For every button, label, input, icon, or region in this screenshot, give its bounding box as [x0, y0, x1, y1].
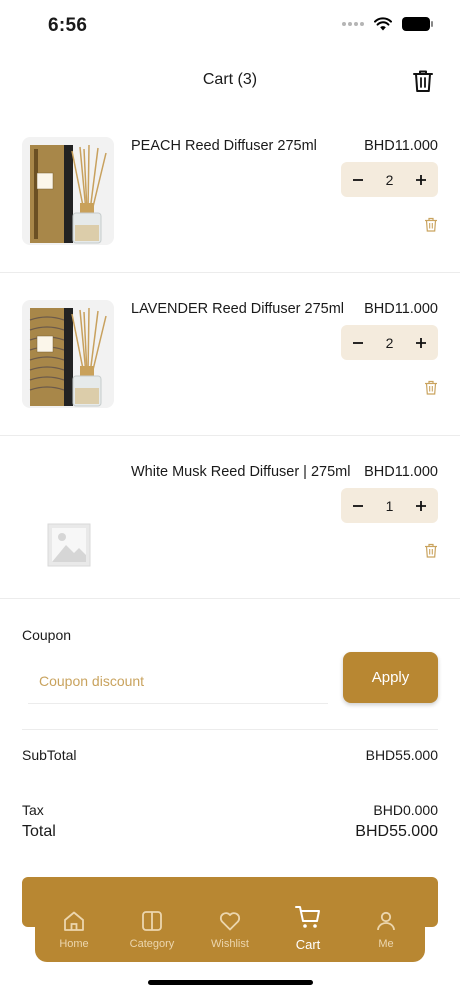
nav-label: Category	[129, 938, 175, 950]
product-name[interactable]: LAVENDER Reed Diffuser 275ml	[131, 301, 353, 317]
category-icon	[142, 911, 162, 931]
increment-button[interactable]	[414, 499, 428, 513]
decrement-button[interactable]	[351, 499, 365, 513]
decrement-button[interactable]	[351, 336, 365, 350]
total-label: Total	[22, 823, 56, 840]
coupon-input[interactable]	[28, 658, 328, 704]
status-bar: 6:56	[0, 0, 460, 54]
quantity-value: 1	[385, 497, 394, 514]
product-image-placeholder[interactable]	[22, 463, 114, 571]
tax-row: Tax BHD0.000	[22, 802, 438, 818]
apply-coupon-button[interactable]: Apply	[343, 652, 438, 703]
cart-header: Cart (3)	[0, 62, 460, 100]
cart-item: PEACH Reed Diffuser 275ml BHD11.000 2	[0, 110, 460, 273]
tax-value: BHD0.000	[373, 802, 438, 818]
subtotal-row: SubTotal BHD55.000	[22, 747, 438, 763]
nav-item-home[interactable]: Home	[35, 895, 113, 962]
product-price: BHD11.000	[364, 138, 438, 154]
nav-item-me[interactable]: Me	[347, 895, 425, 962]
nav-label: Home	[59, 938, 89, 950]
nav-item-cart[interactable]: Cart	[269, 895, 347, 962]
cellular-signal-icon	[342, 22, 364, 26]
nav-label: Wishlist	[211, 938, 249, 950]
plus-icon	[415, 337, 426, 348]
quantity-stepper: 2	[341, 325, 438, 360]
nav-item-wishlist[interactable]: Wishlist	[191, 895, 269, 962]
nav-label: Cart	[295, 937, 321, 952]
heart-icon	[219, 912, 241, 931]
total-value: BHD55.000	[355, 823, 438, 840]
increment-button[interactable]	[414, 336, 428, 350]
battery-icon	[402, 17, 433, 31]
plus-icon	[415, 174, 426, 185]
cart-item: LAVENDER Reed Diffuser 275ml BHD11.000 2	[0, 273, 460, 436]
plus-icon	[415, 500, 426, 511]
remove-item-icon[interactable]	[424, 217, 438, 232]
wifi-icon	[374, 17, 392, 31]
page-title: Cart (3)	[202, 71, 258, 88]
minus-icon	[353, 504, 363, 507]
status-time: 6:56	[48, 15, 88, 36]
quantity-value: 2	[385, 334, 394, 351]
trash-icon[interactable]	[412, 69, 434, 93]
minus-icon	[353, 178, 363, 181]
remove-item-icon[interactable]	[424, 543, 438, 558]
divider	[22, 729, 438, 730]
quantity-value: 2	[385, 171, 394, 188]
nav-label: Me	[378, 938, 394, 950]
status-icons	[342, 17, 433, 31]
increment-button[interactable]	[414, 173, 428, 187]
home-icon	[64, 911, 84, 931]
product-image[interactable]	[22, 137, 114, 245]
decrement-button[interactable]	[351, 173, 365, 187]
product-name[interactable]: White Musk Reed Diffuser | 275ml	[131, 464, 353, 480]
product-image[interactable]	[22, 300, 114, 408]
tax-label: Tax	[22, 802, 44, 818]
product-name[interactable]: PEACH Reed Diffuser 275ml	[131, 138, 353, 154]
quantity-stepper: 1	[341, 488, 438, 523]
home-indicator	[148, 980, 313, 985]
coupon-label: Coupon	[22, 627, 72, 643]
product-price: BHD11.000	[364, 301, 438, 317]
total-row: Total BHD55.000	[22, 823, 438, 841]
nav-item-category[interactable]: Category	[113, 895, 191, 962]
quantity-stepper: 2	[341, 162, 438, 197]
cart-icon	[295, 906, 320, 928]
subtotal-label: SubTotal	[22, 747, 77, 763]
user-icon	[377, 911, 395, 931]
product-price: BHD11.000	[364, 464, 438, 480]
subtotal-value: BHD55.000	[365, 747, 438, 763]
remove-item-icon[interactable]	[424, 380, 438, 395]
cart-item: White Musk Reed Diffuser | 275ml BHD11.0…	[0, 436, 460, 599]
image-placeholder-icon	[22, 463, 114, 571]
minus-icon	[353, 341, 363, 344]
bottom-nav: Home Category Wishlist Cart Me	[35, 895, 425, 962]
